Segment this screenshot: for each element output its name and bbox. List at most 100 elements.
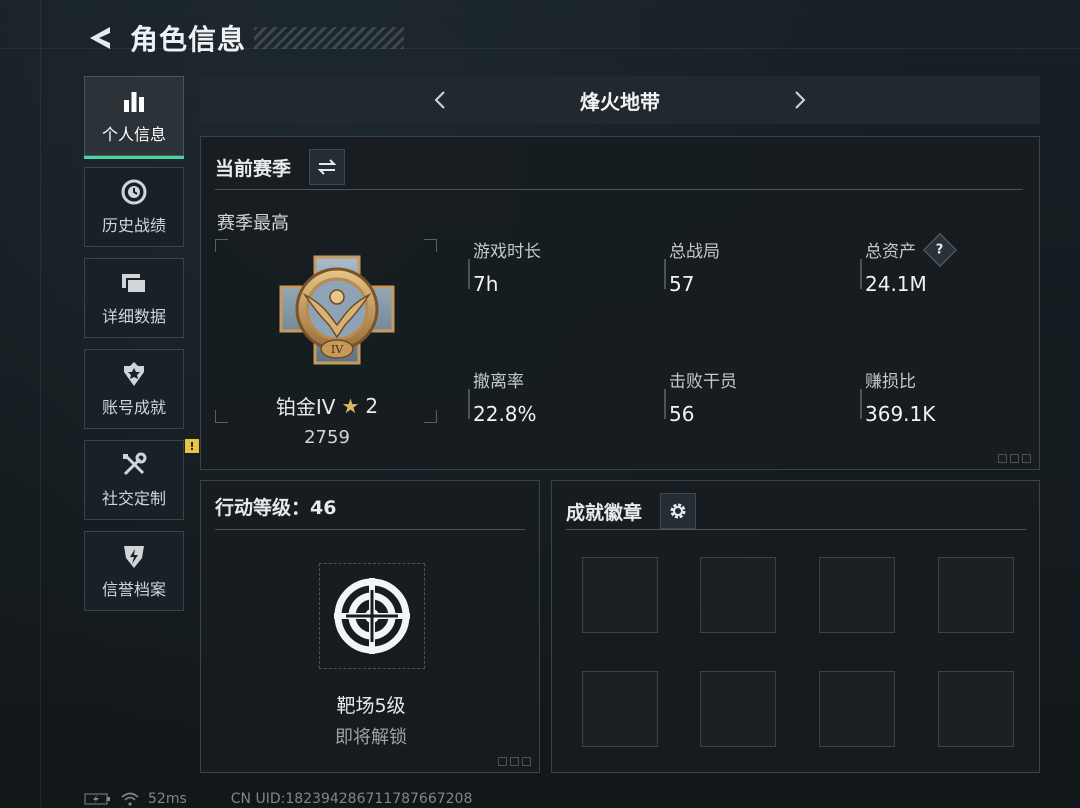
bar-chart-icon: [120, 87, 148, 115]
stat-label: 赚损比: [865, 372, 916, 392]
badge-slot[interactable]: [582, 671, 658, 747]
divider: [215, 189, 1023, 190]
wifi-icon: [120, 792, 140, 806]
sidebar-nav: 个人信息 历史战绩 详细数据 账号成就 社交定制 ! 信誉档案: [84, 76, 199, 622]
badge-slot[interactable]: [700, 671, 776, 747]
title-decoration: [254, 27, 405, 49]
stat-tick: [664, 259, 666, 289]
stat-extract-rate: 撤离率 22.8%: [468, 367, 537, 426]
badge-slot[interactable]: [938, 557, 1014, 633]
rank-badge-icon: IV: [279, 255, 395, 365]
frame-corner: [424, 239, 437, 252]
stat-profit-ratio: 赚损比 369.1K: [860, 367, 936, 426]
season-panel-header: 当前赛季: [215, 149, 346, 185]
rank-name: 铂金IV ★ 2: [215, 391, 439, 420]
divider: [566, 529, 1026, 530]
level-title: 行动等级：46: [215, 497, 337, 519]
badge-slot[interactable]: [700, 557, 776, 633]
ping-text: 52ms: [148, 791, 187, 807]
mode-switcher: 烽火地带: [200, 76, 1040, 124]
status-bar: 52ms CN UID:1823942867117876672​08: [84, 790, 472, 808]
stat-tick: [468, 389, 470, 419]
history-icon: [120, 178, 148, 206]
back-arrow-icon[interactable]: [84, 21, 118, 55]
uid-text: CN UID:1823942867117876672​08: [230, 791, 473, 807]
stat-value: 369.1K: [865, 402, 936, 426]
page-header: 角色信息: [84, 18, 405, 58]
credit-shield-icon: [120, 542, 148, 570]
help-glyph: ?: [936, 241, 944, 257]
stat-value: 24.1M: [865, 272, 927, 296]
swap-icon: [317, 159, 337, 175]
unlock-status: 即将解锁: [335, 727, 407, 748]
chevron-left-icon[interactable]: [420, 80, 460, 120]
sidebar-item-credit-profile[interactable]: 信誉档案: [84, 531, 184, 611]
sidebar-item-history[interactable]: 历史战绩: [84, 167, 184, 247]
stat-value: 22.8%: [473, 402, 537, 426]
stat-tick: [664, 389, 666, 419]
frame-corner: [215, 239, 228, 252]
stat-label: 总资产 ?: [865, 232, 957, 267]
achievement-icon: [120, 360, 148, 388]
season-best-label: 赛季最高: [217, 213, 289, 234]
sidebar-item-personal-info[interactable]: 个人信息: [84, 76, 184, 159]
stat-tick: [860, 389, 862, 419]
badge-slot[interactable]: [938, 671, 1014, 747]
stat-tick: [468, 259, 470, 289]
stat-tick: [860, 259, 862, 289]
sidebar-item-label: 历史战绩: [101, 216, 166, 235]
rank-score: 2759: [304, 427, 350, 448]
rank-tier: 铂金IV: [275, 395, 336, 419]
stat-label: 撤离率: [473, 372, 524, 392]
badge-slot[interactable]: [819, 671, 895, 747]
mode-title: 烽火地带: [580, 89, 660, 114]
stat-value: 56: [669, 402, 695, 426]
badges-panel-header: 成就徽章: [566, 493, 697, 529]
chevron-right-icon[interactable]: [780, 80, 820, 120]
stat-operators-defeated: 击败干员 56: [664, 367, 737, 426]
folder-icon: [120, 269, 148, 297]
sidebar-item-label: 社交定制: [101, 489, 166, 508]
unlock-name: 靶场5级: [336, 695, 406, 717]
badge-settings-button[interactable]: [660, 493, 697, 529]
divider: [215, 529, 525, 530]
help-icon[interactable]: ?: [923, 232, 957, 267]
sidebar-item-social-custom[interactable]: 社交定制 !: [84, 439, 199, 520]
stat-total-matches: 总战局 57: [664, 237, 720, 296]
stat-value: 7h: [473, 272, 499, 296]
badge-slot[interactable]: [582, 557, 658, 633]
stat-value: 57: [669, 272, 695, 296]
sidebar-item-label: 信誉档案: [101, 580, 166, 599]
sidebar-item-label: 详细数据: [101, 307, 166, 326]
tools-icon: [120, 451, 148, 479]
level-panel-header: 行动等级：46: [215, 493, 336, 520]
season-title: 当前赛季: [215, 157, 292, 180]
badges-title: 成就徽章: [566, 501, 643, 524]
svg-text:IV: IV: [331, 343, 344, 356]
warning-badge: !: [185, 439, 199, 453]
sidebar-item-achievements[interactable]: 账号成就: [84, 349, 184, 429]
stat-total-assets: 总资产 ? 24.1M: [860, 232, 957, 296]
corner-decoration: [998, 454, 1031, 463]
gear-icon: [670, 503, 686, 519]
target-icon: [334, 578, 410, 654]
swap-season-button[interactable]: [309, 149, 346, 185]
stat-label: 击败干员: [669, 372, 737, 392]
season-panel: 当前赛季 赛季最高 IV 铂金IV ★ 2 2759 游戏时长 7h 总战局 5…: [200, 136, 1040, 470]
sidebar-item-detailed-data[interactable]: 详细数据: [84, 258, 184, 338]
stat-label-text: 总资产: [865, 242, 916, 262]
sidebar-item-label: 个人信息: [101, 125, 166, 144]
action-level-panel: 行动等级：46 靶场5级 即将解锁: [200, 480, 540, 773]
badge-slot[interactable]: [819, 557, 895, 633]
star-icon: ★: [341, 393, 360, 418]
stat-play-time: 游戏时长 7h: [468, 237, 541, 296]
battery-icon: [84, 793, 112, 805]
stat-label: 总战局: [669, 242, 720, 262]
sidebar-item-label: 账号成就: [101, 398, 166, 417]
rank-card[interactable]: IV 铂金IV ★ 2 2759: [215, 239, 439, 448]
rank-star-count: 2: [365, 393, 379, 418]
corner-decoration: [498, 757, 531, 766]
unlock-reward-card[interactable]: [319, 563, 425, 669]
stat-label: 游戏时长: [473, 242, 541, 262]
achievement-badges-panel: 成就徽章: [551, 480, 1040, 773]
